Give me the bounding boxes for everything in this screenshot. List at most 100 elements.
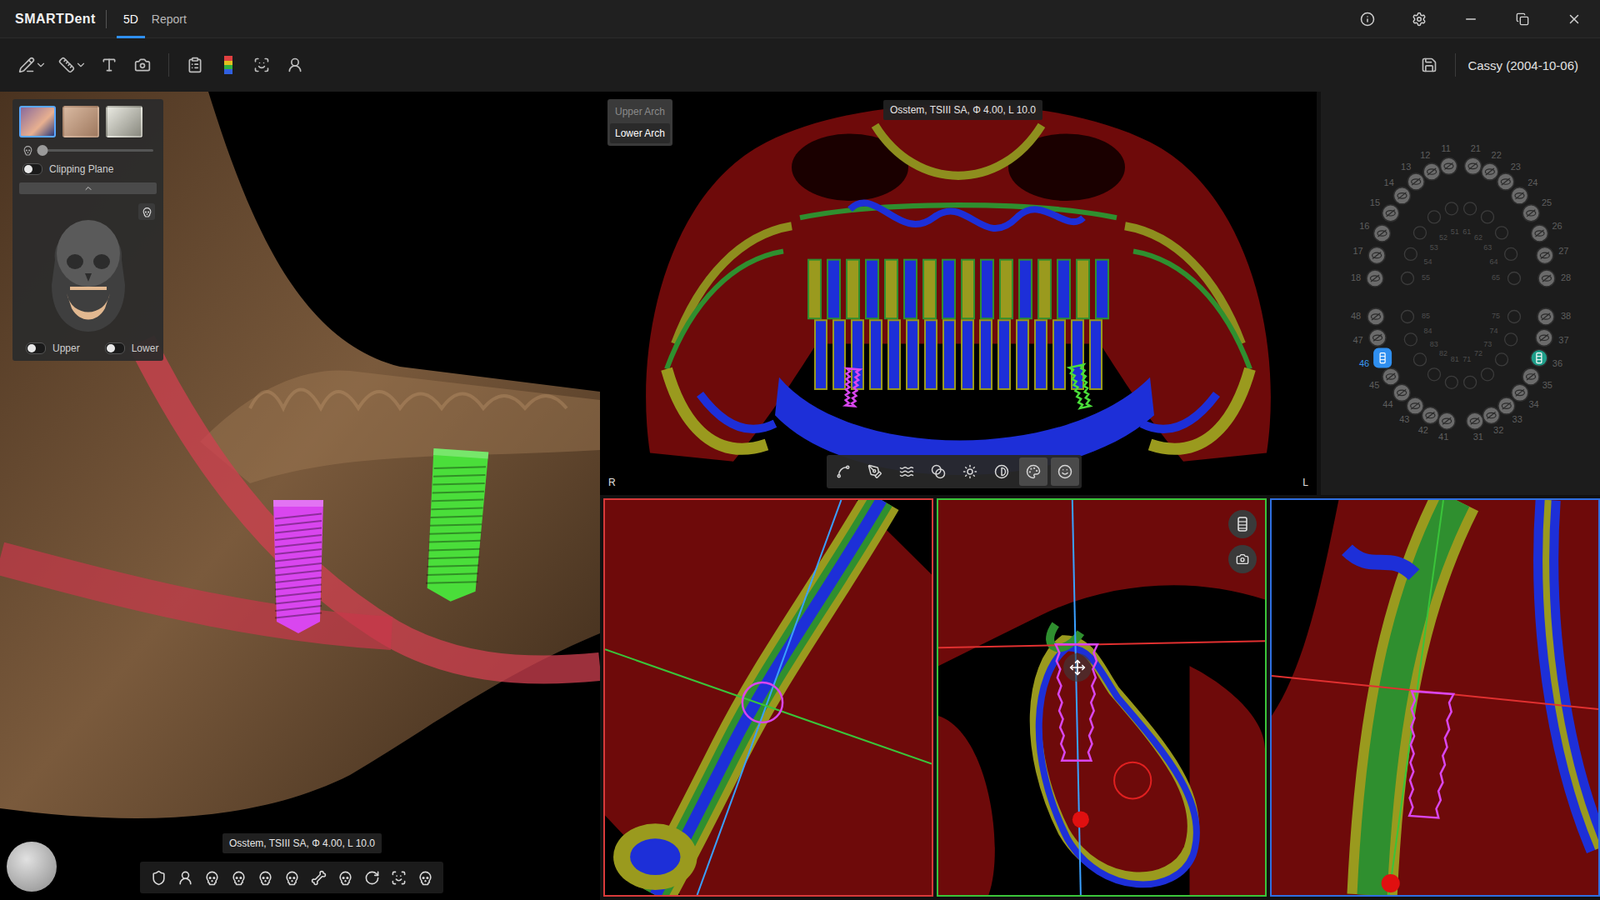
tooth[interactable]: 45	[1369, 368, 1400, 390]
tooth[interactable]: 16	[1359, 220, 1390, 242]
pano-implant-46[interactable]	[843, 368, 860, 407]
tooth[interactable]: 17	[1352, 245, 1385, 264]
view-preset-button[interactable]	[200, 865, 224, 890]
tooth[interactable]: 18	[1350, 270, 1384, 287]
deciduous-tooth[interactable]: 51	[1445, 202, 1459, 236]
tab[interactable]: Report	[145, 0, 194, 39]
view-preset-button[interactable]	[333, 865, 357, 890]
tooth[interactable]: 36	[1530, 350, 1563, 370]
deciduous-tooth[interactable]: 53	[1413, 226, 1438, 253]
implant-section[interactable]	[742, 682, 783, 723]
view-preset-button[interactable]	[226, 865, 250, 890]
opacity-slider[interactable]	[19, 145, 157, 156]
face-tool[interactable]	[247, 50, 276, 80]
tooth[interactable]: 38	[1537, 308, 1571, 325]
deciduous-tooth[interactable]: 65	[1491, 272, 1521, 285]
head-tool[interactable]	[280, 50, 310, 80]
pano-implant-36[interactable]	[1069, 364, 1093, 409]
panoramic-view[interactable]: Upper ArchLower ArchOsstem, TSIII SA, Φ …	[600, 91, 1317, 495]
deciduous-tooth[interactable]: 63	[1483, 226, 1508, 253]
panoramic-tool[interactable]	[829, 457, 858, 486]
tooth[interactable]: 24	[1511, 177, 1539, 205]
deciduous-tooth[interactable]: 72	[1474, 349, 1495, 380]
cross-section-view[interactable]	[603, 498, 934, 897]
deciduous-tooth[interactable]: 84	[1404, 326, 1432, 346]
cross-section-view[interactable]	[1270, 498, 1600, 897]
panoramic-tool[interactable]	[987, 457, 1016, 486]
tooth[interactable]: 26	[1531, 220, 1563, 242]
tooth[interactable]: 48	[1350, 308, 1385, 325]
arch-option[interactable]: Lower Arch	[610, 123, 670, 144]
deciduous-tooth[interactable]: 54	[1404, 247, 1432, 266]
tooth[interactable]: 34	[1511, 384, 1540, 409]
settings-button[interactable]	[1393, 0, 1445, 38]
info-button[interactable]	[1341, 0, 1394, 38]
section-image[interactable]	[1271, 500, 1599, 895]
view-preset-button[interactable]	[253, 865, 277, 890]
collapse-button[interactable]	[19, 182, 157, 195]
tooth[interactable]: 47	[1352, 329, 1386, 346]
view-mode-thumb[interactable]	[105, 105, 143, 138]
panoramic-tool[interactable]	[860, 457, 890, 486]
tooth[interactable]: 35	[1522, 368, 1553, 390]
arch-option[interactable]: Upper Arch	[610, 101, 670, 122]
implant-46[interactable]	[273, 500, 324, 634]
capture-button[interactable]	[1228, 545, 1257, 574]
toggle-switch[interactable]	[105, 342, 125, 355]
tooth[interactable]: 31	[1466, 412, 1484, 442]
deciduous-tooth[interactable]: 75	[1491, 310, 1521, 324]
view-mode-thumb[interactable]	[62, 105, 100, 138]
tooth[interactable]: 22	[1481, 150, 1502, 180]
restore-button[interactable]	[1496, 0, 1549, 38]
implant-button[interactable]	[1228, 510, 1257, 539]
close-button[interactable]	[1548, 0, 1600, 38]
view-preset-button[interactable]	[280, 865, 304, 890]
text-tool[interactable]	[95, 50, 124, 80]
draw-tool[interactable]	[15, 50, 50, 80]
toggle-switch[interactable]	[22, 163, 43, 175]
panoramic-tool[interactable]	[1050, 457, 1080, 486]
orientation-head[interactable]	[6, 841, 57, 892]
tooth[interactable]: 41	[1438, 412, 1455, 442]
measure-tool[interactable]	[55, 50, 90, 80]
deciduous-tooth[interactable]: 73	[1483, 340, 1508, 366]
deciduous-tooth[interactable]: 71	[1462, 355, 1476, 390]
tooth[interactable]: 11	[1440, 143, 1457, 175]
section-image[interactable]	[605, 500, 932, 895]
view-preset-button[interactable]	[173, 865, 197, 890]
apex-marker[interactable]	[1072, 810, 1090, 828]
tooth[interactable]: 13	[1400, 161, 1425, 190]
tooth[interactable]: 14	[1384, 177, 1411, 205]
deciduous-tooth[interactable]: 64	[1489, 247, 1517, 266]
view-preset-button[interactable]	[413, 865, 437, 890]
view-mode-thumb[interactable]	[19, 105, 56, 138]
tooth[interactable]: 37	[1535, 329, 1570, 346]
deciduous-tooth[interactable]: 83	[1413, 340, 1438, 366]
panoramic-tool[interactable]	[955, 457, 985, 486]
skull-toggle[interactable]	[138, 203, 155, 220]
tooth[interactable]: 15	[1370, 197, 1400, 222]
deciduous-tooth[interactable]: 52	[1428, 210, 1449, 242]
tab[interactable]: 5D	[116, 0, 145, 39]
view-preset-button[interactable]	[386, 865, 410, 890]
capture-tool[interactable]	[128, 50, 157, 80]
deciduous-tooth[interactable]: 74	[1489, 326, 1517, 346]
deciduous-tooth[interactable]: 61	[1462, 202, 1476, 236]
jaw-toggle[interactable]: Upper	[22, 342, 84, 355]
slider-track[interactable]	[40, 149, 154, 152]
jaw-toggle[interactable]: Lower	[101, 342, 163, 355]
save-button[interactable]	[1415, 50, 1444, 80]
tooth[interactable]: 27	[1536, 245, 1570, 264]
view-preset-button[interactable]	[146, 865, 170, 890]
3d-view[interactable]: Clipping PlaneUpperLowerOsstem, TSIII SA…	[0, 91, 600, 900]
panoramic-tool[interactable]	[892, 457, 921, 486]
view-preset-button[interactable]	[306, 865, 330, 890]
implant-36[interactable]	[423, 448, 490, 604]
clipping-plane-toggle[interactable]: Clipping Plane	[19, 163, 157, 175]
move-handle[interactable]	[1063, 653, 1092, 682]
deciduous-tooth[interactable]: 55	[1401, 272, 1431, 285]
deciduous-tooth[interactable]: 85	[1401, 310, 1431, 324]
panoramic-image[interactable]	[600, 91, 1317, 495]
tooth[interactable]: 21	[1465, 143, 1482, 175]
deciduous-tooth[interactable]: 81	[1445, 355, 1459, 390]
